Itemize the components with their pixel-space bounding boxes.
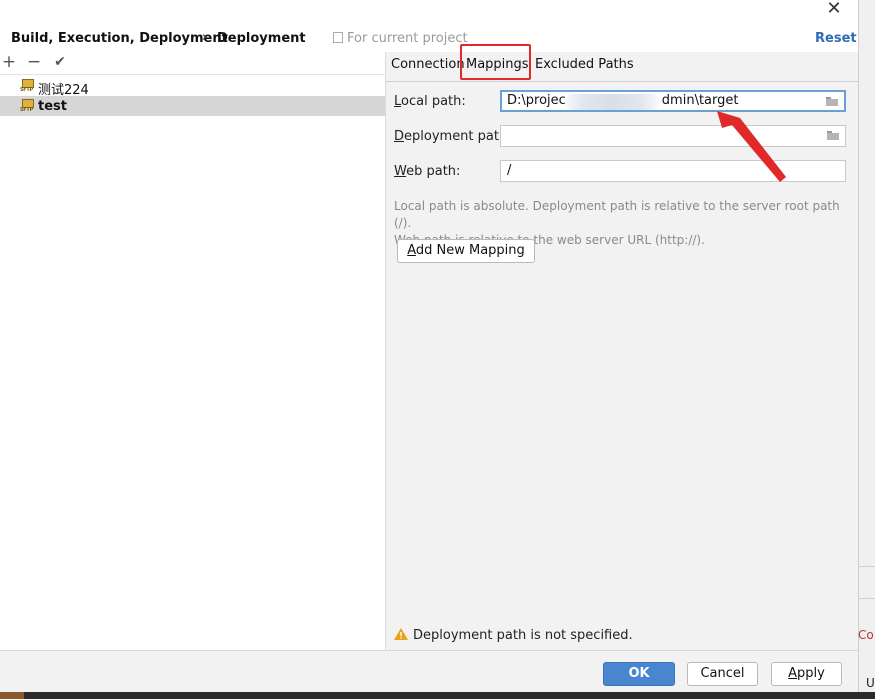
- server-config-pane: Connection Mappings Excluded Paths Local…: [386, 44, 858, 650]
- ok-button[interactable]: OK: [603, 662, 675, 686]
- local-path-value-start: D:\projec: [507, 93, 566, 108]
- background-text-u: U: [866, 676, 875, 690]
- cancel-button[interactable]: Cancel: [687, 662, 758, 686]
- breadcrumb-separator: ›: [202, 30, 208, 45]
- deployment-settings-dialog: ✕ Build, Execution, Deployment › Deploym…: [0, 0, 858, 693]
- path-hint-line1: Local path is absolute. Deployment path …: [394, 199, 840, 230]
- tab-excluded-paths[interactable]: Excluded Paths: [535, 57, 634, 72]
- web-path-label: Web path:: [394, 164, 461, 179]
- add-server-icon[interactable]: +: [0, 52, 18, 72]
- background-divider: [859, 566, 875, 567]
- breadcrumb-build-execution-deployment[interactable]: Build, Execution, Deployment: [11, 31, 228, 46]
- local-path-field[interactable]: D:\projec dmin\target: [500, 90, 846, 112]
- server-list-pane: + − ✔ SFTP 测试224 SFTP test: [0, 52, 386, 650]
- close-icon[interactable]: ✕: [822, 0, 846, 19]
- server-item-test224[interactable]: SFTP 测试224: [0, 76, 385, 98]
- warning-text: Deployment path is not specified.: [413, 628, 633, 643]
- deployment-path-field[interactable]: [500, 125, 846, 147]
- warning-icon: [394, 628, 408, 640]
- deployment-path-label: Deployment path:: [394, 129, 512, 144]
- reset-link[interactable]: Reset: [815, 31, 857, 46]
- web-path-field[interactable]: /: [500, 160, 846, 182]
- add-new-mapping-button[interactable]: Add New Mapping: [397, 239, 535, 263]
- web-path-value: /: [507, 163, 512, 178]
- settings-header: Build, Execution, Deployment › Deploymen…: [0, 24, 858, 52]
- config-tabs: Connection Mappings Excluded Paths: [386, 44, 858, 82]
- breadcrumb-deployment: Deployment: [217, 31, 306, 46]
- project-scope-text: For current project: [347, 31, 468, 46]
- project-scope-label: For current project: [333, 31, 468, 46]
- redaction-blur: [564, 94, 660, 110]
- tab-connection[interactable]: Connection: [391, 57, 465, 72]
- remove-server-icon[interactable]: −: [25, 52, 43, 72]
- server-list-toolbar: + − ✔: [0, 52, 385, 75]
- set-default-check-icon[interactable]: ✔: [51, 52, 69, 72]
- background-text-co: Co: [858, 628, 874, 642]
- local-path-value-end: dmin\target: [661, 93, 739, 108]
- server-item-test[interactable]: SFTP test: [0, 96, 385, 116]
- sftp-icon: SFTP: [20, 99, 34, 113]
- validation-warning: Deployment path is not specified.: [394, 628, 633, 643]
- dialog-footer: OK Cancel Apply: [0, 650, 858, 693]
- sftp-icon: SFTP: [20, 79, 34, 93]
- browse-folder-icon[interactable]: [826, 97, 838, 106]
- background-window-edge: [858, 0, 875, 699]
- sftp-icon-text: SFTP: [20, 87, 33, 93]
- server-item-label: test: [38, 99, 67, 114]
- project-scope-icon: [333, 32, 343, 43]
- background-divider: [859, 598, 875, 599]
- taskbar-edge: [0, 692, 875, 699]
- annotation-highlight-box: [460, 44, 531, 80]
- sftp-icon-text: SFTP: [20, 107, 33, 113]
- browse-folder-icon[interactable]: [827, 131, 839, 140]
- local-path-label: Local path:: [394, 94, 466, 109]
- apply-button[interactable]: Apply: [771, 662, 842, 686]
